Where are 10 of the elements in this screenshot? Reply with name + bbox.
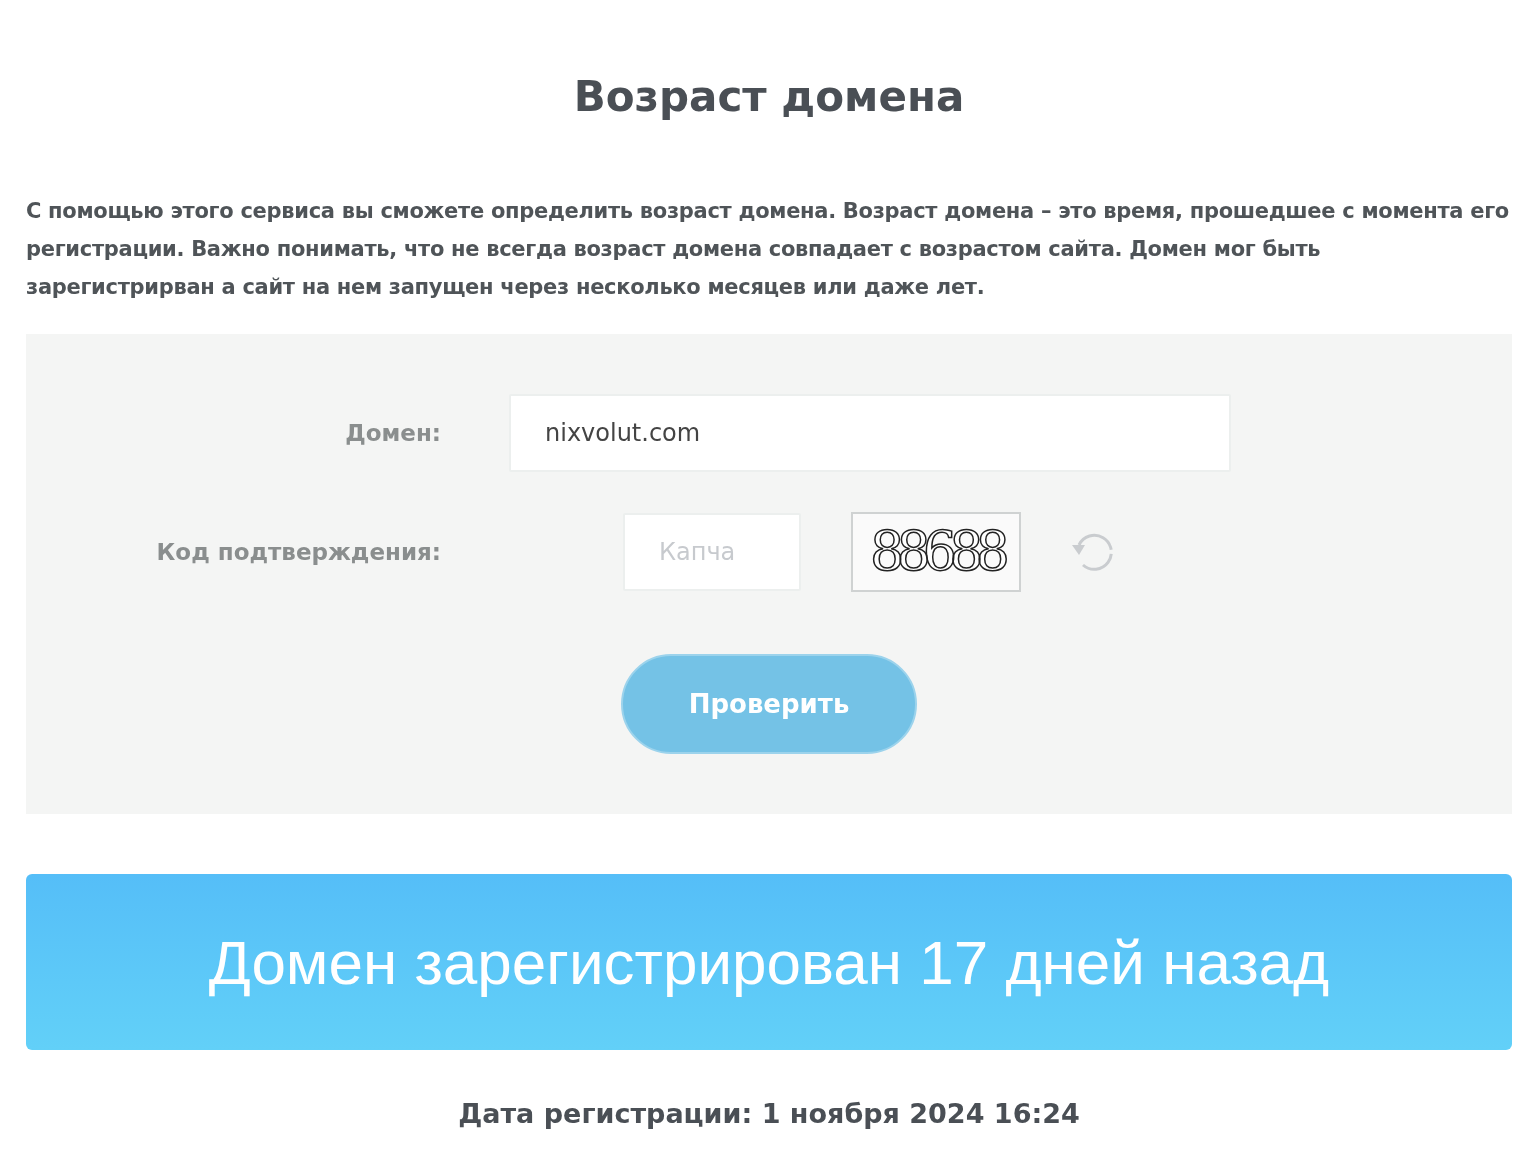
domain-field[interactable]: nixvolut.com — [509, 394, 1231, 473]
refresh-icon[interactable] — [1071, 531, 1115, 574]
result-banner: Домен зарегистрирован 17 дней назад — [26, 874, 1512, 1051]
field-label: Домен: — [344, 419, 441, 449]
captcha-image: 88688 — [851, 512, 1021, 593]
description-text: С помощью этого сервиса вы сможете определить возраст домена. Возраст домена – это время, прошедшее с момента его регистрации. Важно понимать, что не всегда возраст домена совпадает с возрастом сайта. Домен мог быть зарегистрирван а сайт на нем запущен через несколько месяцев или даже лет. — [26, 198, 1510, 302]
page-title: Возраст домена — [572, 72, 966, 123]
captcha-field[interactable]: Капча — [623, 513, 801, 592]
registration-date: Дата регистрации: 1 ноября 2024 16:24 — [457, 1097, 1081, 1132]
field-label: Код подтверждения: — [155, 538, 441, 568]
